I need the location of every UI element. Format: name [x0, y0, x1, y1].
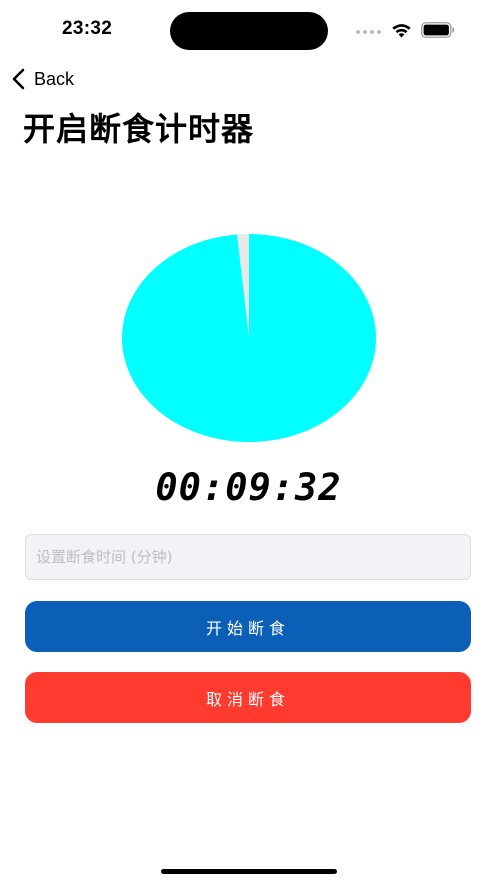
- cellular-signal-icon: [356, 30, 381, 34]
- fasting-progress-pie: [122, 234, 377, 442]
- fasting-duration-input[interactable]: [25, 534, 471, 580]
- start-fasting-button[interactable]: 开始断食: [25, 601, 471, 652]
- chevron-left-icon: [12, 68, 25, 90]
- pie-elapsed-slice: [122, 234, 377, 442]
- page-title: 开启断食计时器: [23, 110, 255, 148]
- status-time: 23:32: [62, 18, 113, 39]
- back-button[interactable]: Back: [10, 66, 74, 92]
- battery-icon: [421, 22, 455, 38]
- timer-display: 00:09:32: [155, 466, 342, 509]
- wifi-icon: [392, 24, 411, 38]
- cancel-fasting-button[interactable]: 取消断食: [25, 672, 471, 723]
- back-label: Back: [34, 68, 75, 89]
- home-indicator: [161, 869, 337, 874]
- dynamic-island: [170, 12, 328, 50]
